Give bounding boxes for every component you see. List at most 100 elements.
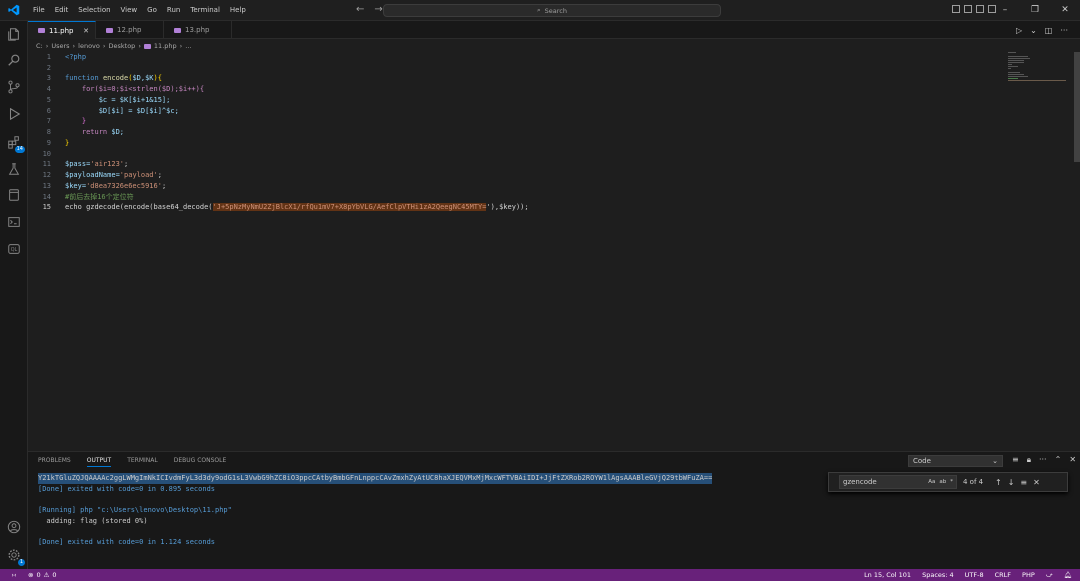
- explorer-icon[interactable]: [6, 26, 22, 42]
- remote-explorer-icon[interactable]: [6, 187, 22, 203]
- vscode-logo-icon: [0, 0, 28, 21]
- menu-terminal[interactable]: Terminal: [185, 6, 225, 14]
- toggle-secondary-sidebar-icon[interactable]: [976, 5, 984, 13]
- search-view-icon[interactable]: [6, 52, 22, 68]
- line-number: 11: [42, 160, 51, 168]
- menu-go[interactable]: Go: [142, 6, 162, 14]
- breadcrumb-drive[interactable]: C:: [36, 42, 43, 50]
- match-case-icon[interactable]: Aa: [928, 476, 935, 489]
- cursor-position[interactable]: Ln 15, Col 101: [864, 571, 911, 579]
- run-file-icon[interactable]: ▷: [1016, 26, 1022, 35]
- problems-status[interactable]: ⊗ 0 ⚠ 0: [28, 571, 57, 579]
- find-match-count: 4 of 4: [963, 478, 984, 486]
- restore-icon[interactable]: ❐: [1020, 0, 1050, 21]
- title-bar: File Edit Selection View Go Run Terminal…: [0, 0, 1080, 21]
- code-token: 'air123': [90, 160, 125, 168]
- account-icon[interactable]: [6, 519, 22, 535]
- menu-file[interactable]: File: [28, 6, 50, 14]
- more-actions-icon[interactable]: ···: [1039, 455, 1047, 465]
- command-center-search[interactable]: ⌕ Search: [383, 4, 721, 17]
- search-icon: ⌕: [537, 6, 541, 14]
- language-mode[interactable]: PHP: [1022, 571, 1035, 579]
- settings-gear-icon[interactable]: 1: [6, 547, 25, 566]
- list-filter-icon[interactable]: ≡: [1012, 455, 1019, 465]
- code-token: $c = $K[$i+1&15];: [98, 96, 171, 104]
- panel-tab-problems[interactable]: PROBLEMS: [38, 457, 71, 467]
- menu-view[interactable]: View: [116, 6, 143, 14]
- editor-tabs: 11.php ✕ 12.php 13.php: [28, 21, 1080, 39]
- source-control-icon[interactable]: [6, 79, 22, 95]
- toggle-primary-sidebar-icon[interactable]: [952, 5, 960, 13]
- previous-match-icon[interactable]: ↑: [995, 478, 1002, 487]
- close-panel-icon[interactable]: ✕: [1069, 455, 1076, 465]
- toggle-panel-icon[interactable]: [964, 5, 972, 13]
- code-line: 3 function encode($D,$K){: [28, 73, 1028, 84]
- run-dropdown-icon[interactable]: ⌄: [1030, 26, 1037, 35]
- settings-badge: 1: [17, 559, 25, 566]
- extensions-icon[interactable]: 14: [6, 134, 25, 153]
- chevron-down-icon: ⌄: [992, 457, 998, 465]
- tab-12-php[interactable]: 12.php: [96, 21, 164, 39]
- panel-tab-terminal[interactable]: TERMINAL: [127, 457, 158, 467]
- editor-scrollbar[interactable]: [1074, 52, 1080, 162]
- panel-tab-debug-console[interactable]: DEBUG CONSOLE: [174, 457, 227, 467]
- output-channel-select[interactable]: Code ⌄: [908, 455, 1003, 467]
- find-in-selection-icon[interactable]: ≡: [1020, 478, 1027, 487]
- lock-scroll-icon[interactable]: 🔒︎: [1027, 455, 1031, 465]
- close-window-icon[interactable]: ✕: [1050, 0, 1080, 21]
- tab-13-php[interactable]: 13.php: [164, 21, 232, 39]
- minimap[interactable]: [1008, 52, 1070, 82]
- code-line: 9}: [28, 138, 1028, 149]
- next-match-icon[interactable]: ↓: [1008, 478, 1015, 487]
- end-of-line[interactable]: CRLF: [995, 571, 1011, 579]
- breadcrumb-desktop[interactable]: Desktop: [109, 42, 136, 50]
- find-widget: gzencode Aa ab * 4 of 4 ↑ ↓ ≡ ✕: [828, 472, 1068, 492]
- code-token: function: [65, 74, 99, 82]
- more-actions-icon[interactable]: ···: [1060, 26, 1068, 35]
- menu-run[interactable]: Run: [162, 6, 185, 14]
- breadcrumb-file[interactable]: 11.php: [154, 42, 177, 50]
- breadcrumb-lenovo[interactable]: lenovo: [78, 42, 100, 50]
- code-line: 13 $key='d8ea7326e6ec5916';: [28, 181, 1028, 192]
- tab-11-php[interactable]: 11.php ✕: [28, 21, 96, 39]
- close-tab-icon[interactable]: ✕: [83, 27, 89, 35]
- notifications-bell-icon[interactable]: 🔔︎: [1064, 571, 1072, 579]
- panel-tab-output[interactable]: OUTPUT: [86, 457, 112, 467]
- indentation[interactable]: Spaces: 4: [922, 571, 954, 579]
- breadcrumb-users[interactable]: Users: [51, 42, 69, 50]
- menu-edit[interactable]: Edit: [50, 6, 74, 14]
- maximize-panel-icon[interactable]: ⌃: [1055, 455, 1062, 465]
- activity-bar: 14 QL 1: [0, 21, 28, 569]
- code-editor[interactable]: 1 <?php 2 3 function encode($D,$K){ 4 for(…: [28, 52, 1070, 450]
- run-debug-icon[interactable]: [6, 106, 22, 122]
- output-line: [Done] exited with code=0 in 0.895 secon…: [38, 485, 216, 493]
- find-input[interactable]: gzencode Aa ab *: [839, 475, 957, 489]
- output-line: adding: flag (stored 0%): [38, 517, 148, 525]
- code-line: 4 for($i=0;$i<strlen($D);$i++){: [28, 84, 1028, 95]
- code-token: for($i=0;$i<strlen($D);$i++){: [81, 85, 205, 93]
- forward-arrow-icon[interactable]: →: [374, 4, 382, 15]
- code-token: $D;: [111, 128, 125, 136]
- code-line: 7 }: [28, 116, 1028, 127]
- line-number: 5: [46, 96, 51, 104]
- whole-word-icon[interactable]: ab: [939, 476, 946, 489]
- split-editor-icon[interactable]: ◫: [1045, 26, 1053, 35]
- minimize-icon[interactable]: –: [990, 0, 1020, 21]
- menu-selection[interactable]: Selection: [73, 6, 115, 14]
- line-number: 1: [46, 53, 51, 61]
- menu-help[interactable]: Help: [225, 6, 251, 14]
- close-find-icon[interactable]: ✕: [1033, 478, 1040, 487]
- terminal-view-icon[interactable]: [6, 214, 22, 230]
- line-number: 9: [46, 139, 51, 147]
- breadcrumb-symbols[interactable]: ...: [185, 42, 191, 50]
- regex-icon[interactable]: *: [950, 476, 953, 489]
- testing-flask-icon[interactable]: [6, 161, 22, 177]
- back-arrow-icon[interactable]: ←: [356, 4, 364, 15]
- code-token: $pass=: [65, 160, 91, 168]
- encoding[interactable]: UTF-8: [965, 571, 984, 579]
- code-comment: #前后去掉16个定位符: [65, 193, 134, 201]
- remote-indicator-icon[interactable]: ›‹: [0, 569, 28, 581]
- php-file-icon: [143, 43, 151, 49]
- feedback-icon[interactable]: ⤻: [1046, 571, 1053, 580]
- graphql-icon[interactable]: QL: [6, 241, 22, 257]
